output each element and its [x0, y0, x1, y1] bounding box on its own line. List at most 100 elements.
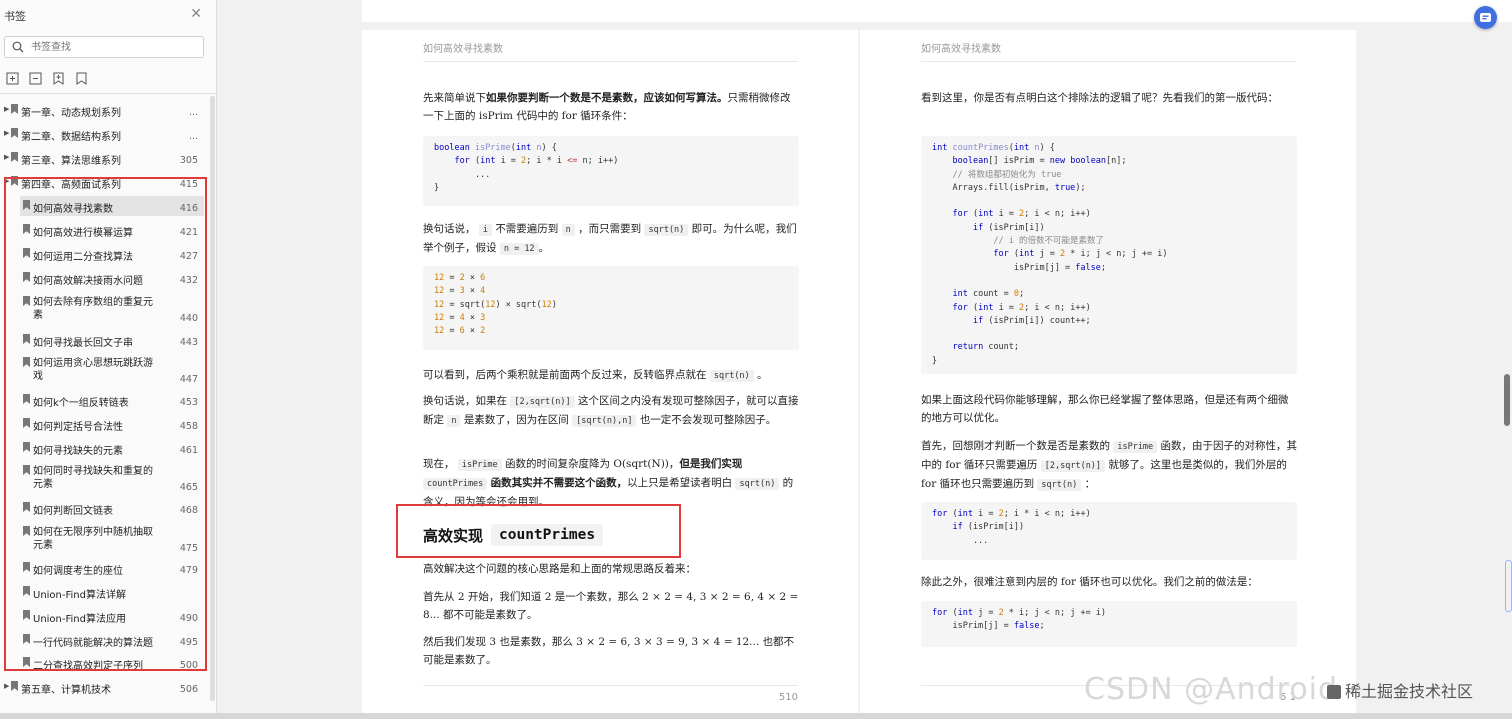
paragraph-start-from-2: 首先从 2 开始，我们知道 2 是一个素数，那么 2 × 2 = 4, 3 × … — [423, 591, 799, 621]
bookmark-flag-icon — [23, 248, 30, 258]
bookmark-flag-icon — [11, 128, 18, 138]
bookmark-page-number: ... — [188, 107, 198, 118]
collapse-all-icon[interactable] — [29, 72, 42, 85]
bookmark-flag-icon — [23, 465, 30, 475]
paragraph-sqrt: 换句话说， i 不需要遍历到 n ，而只需要到 sqrt(n) 即可。为什么呢，… — [423, 223, 797, 255]
search-icon — [12, 41, 24, 53]
bookmark-flag-icon — [11, 176, 18, 186]
expand-all-icon[interactable] — [6, 72, 19, 85]
bookmark-chapter[interactable]: ▶ 第二章、数据结构系列... — [2, 124, 204, 144]
bookmark-item[interactable]: 如何高效进行模幂运算 421 — [20, 220, 204, 240]
paragraph-reverse: 可以看到，后两个乘积就是前面两个反过来，反转临界点就在 sqrt(n) 。 — [423, 369, 768, 382]
bookmark-item[interactable]: 如何调度考生的座位 479 — [20, 558, 204, 578]
bookmark-item[interactable]: 如何寻找最长回文子串 443 — [20, 330, 204, 350]
bookmark-item[interactable]: 如何运用二分查找算法 427 — [20, 244, 204, 264]
bookmark-label: 如何寻找缺失的元素 — [33, 446, 123, 457]
bookmark-item[interactable]: 一行代码就能解决的算法题 495 — [20, 630, 204, 650]
code-block-outer-loop: for (int i = 2; i * i < n; i++) if (isPr… — [921, 502, 1297, 560]
bookmark-label: 如何判定括号合法性 — [33, 422, 123, 433]
bookmark-flag-icon — [23, 610, 30, 620]
bookmark-item[interactable]: 如何k个一组反转链表 453 — [20, 390, 204, 410]
bookmark-page-number: 427 — [179, 251, 198, 262]
bookmark-chapter[interactable]: ▶ 第五章、计算机技术 506 — [2, 677, 204, 697]
bookmark-label: 第二章、数据结构系列 — [21, 132, 121, 143]
bookmark-chapter[interactable]: ▶ 第三章、算法思维系列 305 — [2, 148, 204, 168]
bookmark-item[interactable]: 如何去除有序数组的重复元素 440 — [20, 292, 204, 326]
bookmark-page-number: 440 — [179, 313, 198, 324]
bookmark-item[interactable]: 如何寻找缺失的元素 461 — [20, 438, 204, 458]
bookmark-flag-icon — [23, 442, 30, 452]
bookmark-flag-icon — [23, 200, 30, 210]
bookmark-page-number: 465 — [179, 482, 198, 493]
bookmark-page-number: 506 — [179, 684, 198, 695]
bookmark-item[interactable]: Union-Find算法应用 490 — [20, 606, 204, 626]
bookmark-label: 如何k个一组反转链表 — [33, 398, 129, 409]
page-header: 如何高效寻找素数 — [423, 44, 503, 55]
add-bookmark-icon[interactable] — [52, 72, 65, 85]
paragraph-first-version: 看到这里，你是否有点明白这个排除法的逻辑了呢？先看我们的第一版代码： — [921, 92, 1278, 104]
bookmark-item[interactable]: 二分查找高效判定子序列 500 — [20, 653, 204, 673]
paragraph-then-3: 然后我们发现 3 也是素数，那么 3 × 2 = 6, 3 × 3 = 9, 3… — [423, 636, 795, 666]
expand-caret-icon[interactable]: ▶ — [4, 105, 9, 113]
scroll-position-indicator[interactable] — [1505, 560, 1512, 612]
bookmark-search-box[interactable] — [4, 36, 204, 58]
bookmark-label: 第一章、动态规划系列 — [21, 108, 121, 119]
bookmark-label: 如何高效进行模幂运算 — [33, 228, 133, 239]
code-block-count-primes: int countPrimes(int n) { boolean[] isPri… — [921, 136, 1297, 374]
bookmark-flag-icon — [23, 394, 30, 404]
translate-assistant-icon[interactable] — [1474, 6, 1497, 29]
bookmark-chapter[interactable]: ▶ 第一章、动态规划系列... — [2, 100, 204, 120]
bookmark-flag-icon — [23, 562, 30, 572]
bookmark-icon[interactable] — [75, 72, 88, 85]
bookmark-item[interactable]: 如何高效寻找素数 416 — [20, 196, 204, 216]
close-icon[interactable]: ✕ — [190, 7, 202, 21]
bookmark-page-number: 458 — [179, 421, 198, 432]
bookmark-label: 如何运用二分查找算法 — [33, 252, 133, 263]
bookmark-flag-icon — [23, 272, 30, 282]
bookmark-flag-icon — [23, 418, 30, 428]
bookmark-flag-icon — [11, 104, 18, 114]
bookmark-flag-icon — [23, 526, 30, 536]
bookmark-item[interactable]: 如何在无限序列中随机抽取元素 475 — [20, 522, 204, 556]
bookmark-item[interactable]: 如何高效解决接雨水问题 432 — [20, 268, 204, 288]
bookmark-item[interactable]: 如何判断回文链表 468 — [20, 498, 204, 518]
bookmark-flag-icon — [23, 224, 30, 234]
bookmark-flag-icon — [23, 357, 30, 367]
bookmark-label: 如何运用贪心思想玩跳跃游戏 — [33, 358, 153, 382]
status-bar — [0, 713, 1512, 719]
document-scrollbar[interactable] — [1504, 374, 1510, 426]
bookmark-item[interactable]: 如何运用贪心思想玩跳跃游戏 447 — [20, 353, 204, 387]
section-heading: 高效实现 countPrimes — [423, 524, 604, 546]
paragraph-two-optimizations: 如果上面这段代码你能够理解，那么你已经掌握了整体思路，但是还有两个细微的地方可以… — [921, 394, 1289, 424]
bookmark-label: Union-Find算法详解 — [33, 590, 126, 601]
bookmark-search-input[interactable] — [31, 39, 199, 55]
bookmark-item[interactable]: 如何同时寻找缺失和重复的元素 465 — [20, 461, 204, 495]
bookmark-label: 第三章、算法思维系列 — [21, 156, 121, 167]
expand-caret-icon[interactable]: ▶ — [4, 153, 9, 161]
page-number: 510 — [778, 692, 798, 703]
bookmark-flag-icon — [23, 586, 30, 596]
sidebar-scrollbar[interactable] — [210, 96, 215, 701]
bookmark-label: Union-Find算法应用 — [33, 614, 126, 625]
bookmark-label: 如何在无限序列中随机抽取元素 — [33, 527, 153, 551]
divider — [0, 93, 216, 94]
bookmark-flag-icon — [23, 334, 30, 344]
bookmark-flag-icon — [23, 296, 30, 306]
csdn-watermark: CSDN @Android — [1084, 672, 1339, 707]
expand-caret-icon[interactable]: ▶ — [4, 682, 9, 690]
bookmark-page-number: 461 — [179, 445, 198, 456]
expand-caret-icon[interactable]: ▶ — [4, 177, 9, 185]
bookmark-flag-icon — [11, 152, 18, 162]
bookmark-page-number: ... — [188, 131, 198, 142]
bookmark-item[interactable]: Union-Find算法详解 — [20, 582, 204, 602]
code-block-isprime: boolean isPrime(int n) { for (int i = 2;… — [423, 136, 799, 206]
header-rule — [921, 61, 1296, 62]
expand-caret-icon[interactable]: ▶ — [4, 129, 9, 137]
header-rule — [423, 61, 798, 62]
paragraph-core-idea: 高效解决这个问题的核心思路是和上面的常规思路反着来： — [423, 563, 696, 575]
bookmark-label: 如何高效解决接雨水问题 — [33, 276, 143, 287]
bookmark-label: 一行代码就能解决的算法题 — [33, 638, 153, 649]
bookmark-chapter[interactable]: ▶ 第四章、高频面试系列 415 — [2, 172, 204, 192]
bookmark-item[interactable]: 如何判定括号合法性 458 — [20, 414, 204, 434]
bookmark-label: 如何判断回文链表 — [33, 506, 113, 517]
